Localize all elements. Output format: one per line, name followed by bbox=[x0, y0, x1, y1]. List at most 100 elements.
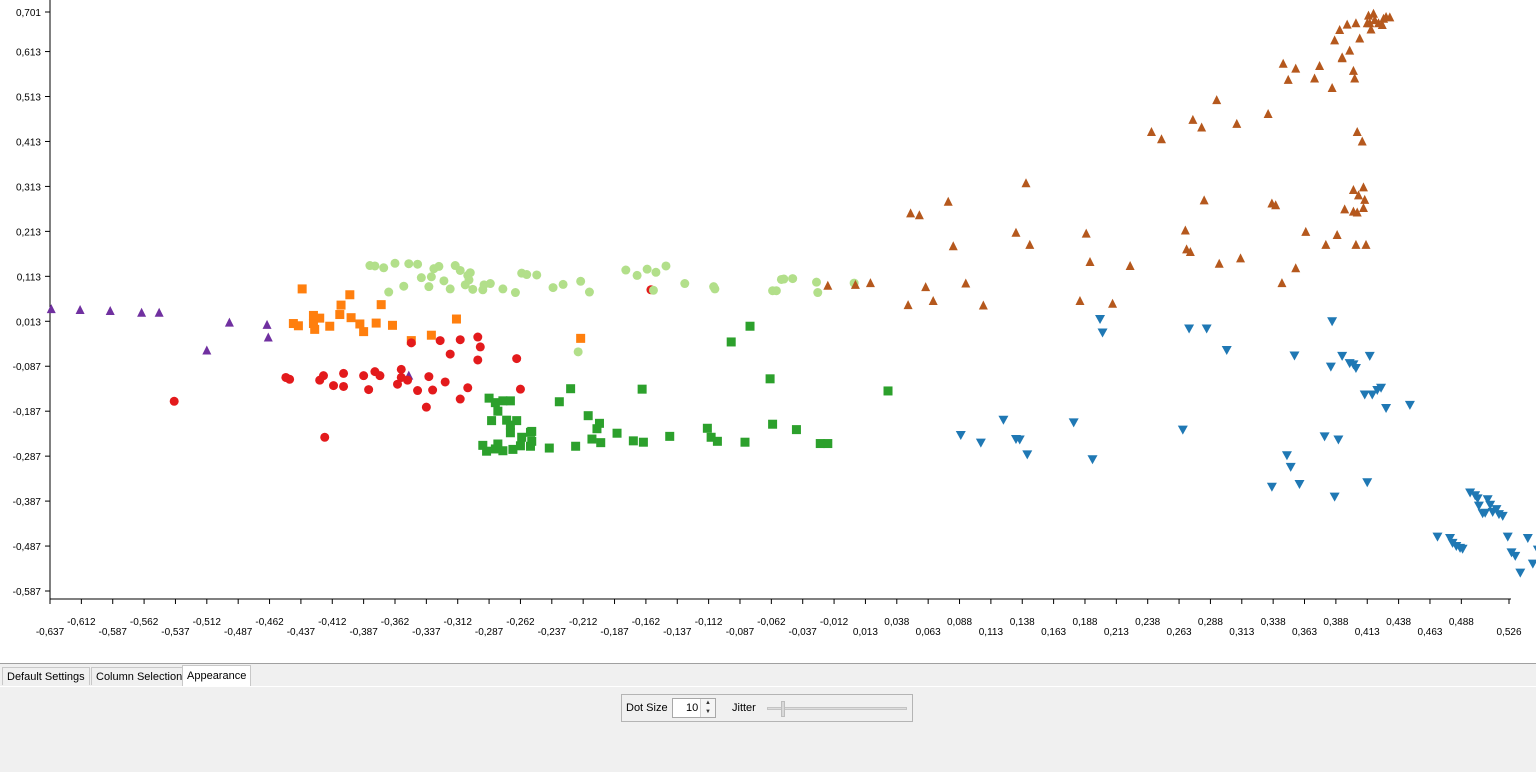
data-point[interactable] bbox=[637, 384, 647, 394]
data-point[interactable] bbox=[379, 263, 389, 273]
data-point[interactable] bbox=[468, 284, 478, 294]
data-point[interactable] bbox=[612, 428, 622, 438]
data-point[interactable] bbox=[455, 335, 465, 345]
data-point[interactable] bbox=[1358, 182, 1368, 192]
data-point[interactable] bbox=[421, 402, 431, 412]
data-point[interactable] bbox=[1177, 425, 1188, 435]
data-point[interactable] bbox=[440, 377, 450, 387]
data-point[interactable] bbox=[1515, 568, 1526, 578]
data-point[interactable] bbox=[370, 261, 380, 271]
data-point[interactable] bbox=[1291, 63, 1301, 73]
data-point[interactable] bbox=[765, 374, 775, 384]
data-point[interactable] bbox=[508, 444, 518, 454]
data-point[interactable] bbox=[1345, 45, 1355, 55]
data-point[interactable] bbox=[376, 300, 386, 310]
data-point[interactable] bbox=[75, 305, 85, 315]
data-point[interactable] bbox=[329, 381, 339, 391]
data-point[interactable] bbox=[1025, 239, 1035, 249]
data-point[interactable] bbox=[498, 284, 508, 294]
data-point[interactable] bbox=[517, 432, 527, 442]
data-point[interactable] bbox=[768, 419, 778, 429]
data-point[interactable] bbox=[1342, 19, 1352, 29]
data-point[interactable] bbox=[1180, 225, 1190, 235]
data-point[interactable] bbox=[387, 320, 397, 330]
data-point[interactable] bbox=[1362, 478, 1373, 488]
data-point[interactable] bbox=[1199, 195, 1209, 205]
data-point[interactable] bbox=[1188, 114, 1198, 124]
data-point[interactable] bbox=[487, 416, 497, 426]
data-point[interactable] bbox=[914, 210, 924, 220]
data-point[interactable] bbox=[1340, 204, 1350, 214]
data-point[interactable] bbox=[1381, 404, 1392, 414]
data-point[interactable] bbox=[399, 281, 409, 291]
data-point[interactable] bbox=[424, 372, 434, 382]
data-point[interactable] bbox=[740, 437, 750, 447]
data-point[interactable] bbox=[406, 338, 416, 348]
data-point[interactable] bbox=[1087, 455, 1098, 465]
data-point[interactable] bbox=[1197, 122, 1207, 132]
data-point[interactable] bbox=[451, 314, 461, 324]
data-point[interactable] bbox=[1221, 346, 1232, 356]
data-point[interactable] bbox=[726, 337, 736, 347]
data-point[interactable] bbox=[1301, 226, 1311, 236]
data-point[interactable] bbox=[1294, 480, 1305, 490]
data-point[interactable] bbox=[813, 288, 823, 298]
data-point[interactable] bbox=[1332, 229, 1342, 239]
data-point[interactable] bbox=[482, 446, 492, 456]
data-point[interactable] bbox=[1108, 298, 1118, 308]
data-point[interactable] bbox=[339, 368, 349, 378]
data-point[interactable] bbox=[1285, 462, 1296, 472]
data-point[interactable] bbox=[1335, 24, 1345, 34]
data-point[interactable] bbox=[439, 276, 449, 286]
data-point[interactable] bbox=[573, 347, 583, 357]
data-point[interactable] bbox=[1327, 82, 1337, 92]
data-point[interactable] bbox=[1263, 109, 1273, 119]
data-point[interactable] bbox=[1432, 532, 1443, 542]
data-point[interactable] bbox=[1404, 400, 1415, 410]
data-point[interactable] bbox=[710, 284, 720, 294]
data-point[interactable] bbox=[1021, 178, 1031, 188]
data-point[interactable] bbox=[525, 427, 535, 437]
data-point[interactable] bbox=[978, 300, 988, 310]
data-point[interactable] bbox=[493, 406, 503, 416]
data-point[interactable] bbox=[416, 273, 426, 283]
data-point[interactable] bbox=[1283, 74, 1293, 84]
data-point[interactable] bbox=[1361, 239, 1371, 249]
data-point[interactable] bbox=[1022, 450, 1033, 460]
data-point[interactable] bbox=[515, 384, 525, 394]
data-point[interactable] bbox=[1085, 256, 1095, 266]
data-point[interactable] bbox=[455, 394, 465, 404]
data-point[interactable] bbox=[345, 290, 355, 300]
data-point[interactable] bbox=[525, 441, 535, 451]
data-point[interactable] bbox=[413, 386, 423, 396]
data-point[interactable] bbox=[1277, 278, 1287, 288]
data-point[interactable] bbox=[429, 264, 439, 274]
data-point[interactable] bbox=[1289, 351, 1300, 361]
data-point[interactable] bbox=[1310, 73, 1320, 83]
data-point[interactable] bbox=[566, 384, 576, 394]
data-point[interactable] bbox=[375, 371, 385, 381]
data-point[interactable] bbox=[1348, 65, 1358, 75]
scatter-plot-panel[interactable]: 0,701 0,613 0,513 0,413 0,313 0,213 0,113 0,013… bbox=[0, 0, 1536, 664]
data-point[interactable] bbox=[1351, 239, 1361, 249]
data-point[interactable] bbox=[404, 259, 414, 269]
data-point[interactable] bbox=[428, 385, 438, 395]
data-point[interactable] bbox=[359, 371, 369, 381]
data-point[interactable] bbox=[788, 274, 798, 284]
data-point[interactable] bbox=[512, 416, 522, 426]
data-point[interactable] bbox=[1329, 492, 1340, 502]
data-point[interactable] bbox=[320, 432, 330, 442]
data-point[interactable] bbox=[745, 321, 755, 331]
data-point[interactable] bbox=[532, 270, 542, 280]
data-point[interactable] bbox=[584, 287, 594, 297]
data-point[interactable] bbox=[288, 319, 298, 329]
data-point[interactable] bbox=[975, 438, 986, 448]
data-point[interactable] bbox=[510, 288, 520, 298]
data-point[interactable] bbox=[1337, 52, 1347, 62]
data-point[interactable] bbox=[493, 439, 503, 449]
data-point[interactable] bbox=[583, 411, 593, 421]
scatter-plot[interactable]: 0,701 0,613 0,513 0,413 0,313 0,213 0,113 0,013… bbox=[0, 0, 1536, 663]
data-point[interactable] bbox=[998, 415, 1009, 425]
data-point[interactable] bbox=[285, 374, 295, 384]
data-point[interactable] bbox=[665, 431, 675, 441]
